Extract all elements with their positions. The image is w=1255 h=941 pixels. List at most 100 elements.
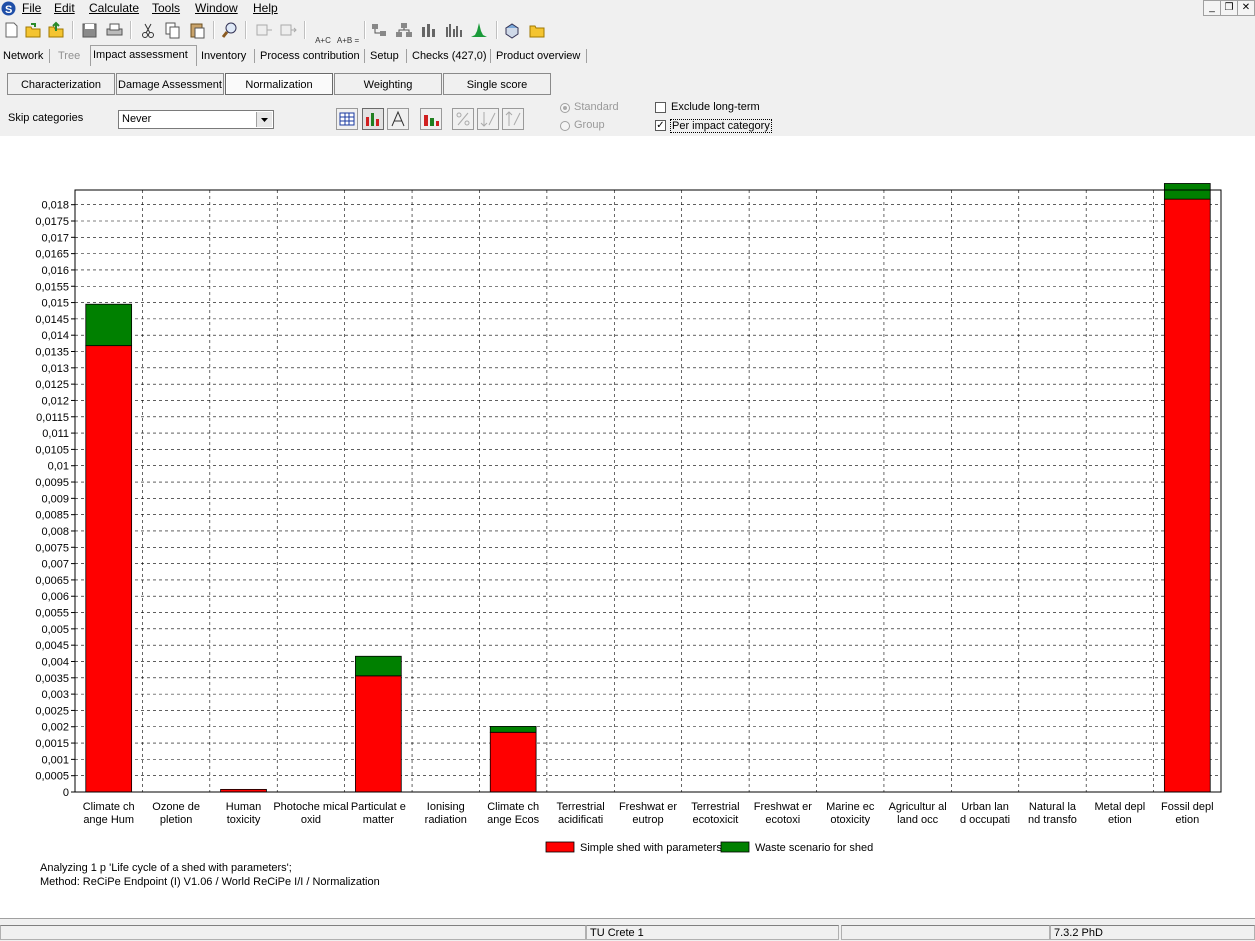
category-label: Photoche mical	[273, 801, 348, 813]
status-cell-empty	[0, 925, 586, 940]
minimize-button[interactable]: _	[1203, 0, 1221, 16]
copy-icon[interactable]	[163, 21, 181, 39]
group-label: Group	[574, 119, 605, 131]
y-tick-label: 0,0175	[35, 216, 69, 228]
save-icon[interactable]	[80, 21, 98, 39]
tab-product-overview[interactable]: Product overview	[494, 47, 582, 65]
table-icon	[339, 112, 355, 126]
sort-descending-button[interactable]	[477, 108, 499, 130]
print-icon[interactable]	[105, 21, 123, 39]
category-label: land occ	[897, 814, 938, 826]
network-icon[interactable]	[370, 21, 388, 39]
skip-categories-select[interactable]: Never	[118, 110, 274, 129]
menu-help[interactable]: Help	[253, 1, 278, 15]
close-button[interactable]: ✕	[1237, 0, 1255, 16]
y-tick-label: 0,001	[41, 754, 69, 766]
category-label: nd transfo	[1028, 814, 1077, 826]
axis-button[interactable]	[387, 108, 409, 130]
category-label: Marine ec	[826, 801, 875, 813]
export-icon[interactable]	[47, 21, 65, 39]
weighting-button[interactable]: Weighting	[334, 73, 442, 95]
y-tick-label: 0,0165	[35, 249, 69, 261]
menu-window[interactable]: Window	[195, 1, 238, 15]
single-score-button[interactable]: Single score	[443, 73, 551, 95]
chart-area: 0 0,0005 0,001 0,0015 0,002 0,0025 0,003 0,0035…	[0, 136, 1255, 918]
chevron-down-icon[interactable]	[256, 112, 272, 127]
y-tick-label: 0,013	[41, 363, 69, 375]
folder-icon[interactable]	[528, 21, 546, 39]
cut-icon[interactable]	[139, 21, 157, 39]
category-label: otoxicity	[830, 814, 870, 826]
y-tick-label: 0,0065	[35, 575, 69, 587]
category-label: oxid	[301, 814, 321, 826]
y-tick-label: 0,0155	[35, 281, 69, 293]
menu-calculate[interactable]: Calculate	[89, 1, 139, 15]
wizard-icon[interactable]	[503, 21, 521, 39]
new-icon[interactable]	[2, 21, 20, 39]
tab-process-contribution[interactable]: Process contribution	[258, 47, 362, 65]
toolbar: A+C ,50 A+B =	[0, 17, 1255, 54]
grouped-chart-icon[interactable]	[445, 21, 463, 39]
normalization-chart: 0 0,0005 0,001 0,0015 0,002 0,0025 0,003 0,0035…	[35, 183, 1222, 854]
category-label: Terrestrial	[556, 801, 604, 813]
bar-segment	[355, 675, 402, 793]
stacked-chart-button[interactable]	[420, 108, 442, 130]
category-label: ecotoxicit	[692, 814, 738, 826]
table-view-button[interactable]	[336, 108, 358, 130]
category-label: matter	[363, 814, 395, 826]
group-radio[interactable]	[560, 121, 570, 131]
y-tick-label: 0,014	[41, 330, 69, 342]
skip-categories-label: Skip categories	[8, 112, 84, 124]
tree-icon[interactable]	[395, 21, 413, 39]
sort-ascending-button[interactable]	[502, 108, 524, 130]
tab-inventory[interactable]: Inventory	[199, 47, 248, 65]
category-label: radiation	[425, 814, 467, 826]
find-icon[interactable]	[221, 21, 239, 39]
percent-icon	[456, 112, 470, 126]
y-tick-label: 0,0075	[35, 542, 69, 554]
restore-button[interactable]: ❐	[1220, 0, 1238, 16]
bar-chart-icon[interactable]	[420, 21, 438, 39]
tab-tree[interactable]: Tree	[56, 47, 82, 65]
bar-segment	[355, 655, 402, 677]
stacked-chart-icon	[424, 115, 439, 126]
y-tick-label: 0,009	[41, 493, 69, 505]
tab-setup[interactable]: Setup	[368, 47, 401, 65]
monte-carlo-icon[interactable]	[470, 21, 488, 39]
svg-text:S: S	[5, 4, 12, 16]
status-cell-empty-2	[841, 925, 1050, 940]
tab-checks[interactable]: Checks (427,0)	[410, 47, 489, 65]
menu-bar: S File Edit Calculate Tools Window Help …	[0, 0, 1255, 17]
menu-file[interactable]: File	[22, 1, 41, 15]
indent-left-icon[interactable]	[255, 21, 273, 39]
assessment-panel: Characterization Damage Assessment Norma…	[0, 66, 1255, 136]
category-label: acidificati	[558, 814, 603, 826]
bar-segment	[85, 303, 133, 347]
y-tick-label: 0,0125	[35, 379, 69, 391]
y-tick-label: 0,016	[41, 265, 69, 277]
y-tick-label: 0,015	[41, 298, 69, 310]
open-icon[interactable]	[24, 21, 42, 39]
y-tick-label: 0,0145	[35, 314, 69, 326]
bar-chart-icon	[366, 113, 379, 126]
paste-icon[interactable]	[188, 21, 206, 39]
chart-view-button[interactable]	[362, 108, 384, 130]
normalization-button[interactable]: Normalization	[225, 73, 333, 95]
percent-button[interactable]	[452, 108, 474, 130]
indent-right-icon[interactable]	[279, 21, 297, 39]
y-tick-label: 0,003	[41, 689, 69, 701]
per-impact-category-label: Per impact category	[670, 119, 772, 133]
status-bar: TU Crete 1 7.3.2 PhD	[0, 918, 1255, 941]
sort-descending-icon	[480, 112, 496, 127]
characterization-button[interactable]: Characterization	[7, 73, 115, 95]
exclude-long-term-checkbox[interactable]	[655, 102, 666, 113]
tab-network[interactable]: Network	[1, 47, 45, 65]
per-impact-category-checkbox[interactable]: ✓	[655, 120, 666, 131]
axis-icon	[391, 110, 405, 127]
menu-tools[interactable]: Tools	[152, 1, 180, 15]
tab-impact-assessment[interactable]: Impact assessment	[90, 45, 197, 66]
status-location: TU Crete 1	[586, 925, 839, 940]
y-tick-label: 0,0005	[35, 771, 69, 783]
menu-edit[interactable]: Edit	[54, 1, 75, 15]
damage-assessment-button[interactable]: Damage Assessment	[116, 73, 224, 95]
